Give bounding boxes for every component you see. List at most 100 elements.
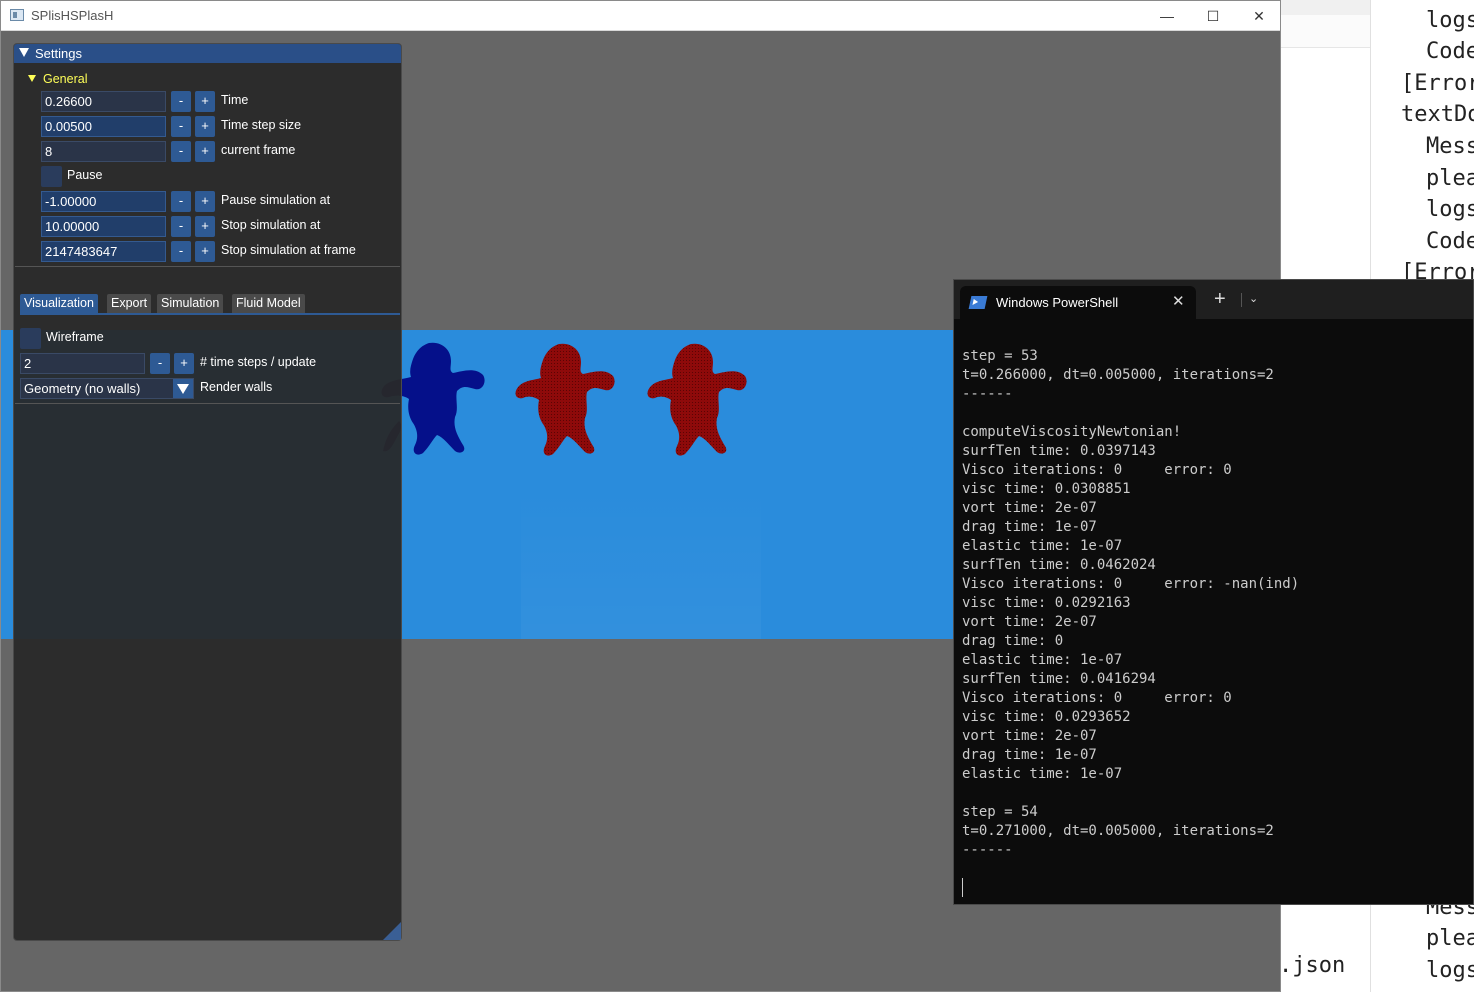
console-line: visc time: 0.0308851: [962, 481, 1131, 497]
steps-increment-button[interactable]: +: [174, 353, 194, 374]
terminal-tab-bar: Windows PowerShell ✕ + ⌄: [954, 280, 1473, 319]
render-walls-label: Render walls: [200, 380, 273, 394]
powershell-window: Windows PowerShell ✕ + ⌄ step = 53 t=0.26…: [953, 279, 1474, 905]
general-section-header[interactable]: General: [28, 72, 87, 86]
frame-decrement-button[interactable]: -: [171, 141, 191, 162]
resize-grip-icon[interactable]: [383, 922, 401, 940]
pause-at-decrement-button[interactable]: -: [171, 191, 191, 212]
text-cursor: [962, 878, 963, 897]
time-row: 0.26600 - + Time: [41, 91, 401, 112]
wireframe-row: Wireframe: [20, 328, 390, 349]
editor-line: logs: [1426, 958, 1474, 983]
editor-line: plea: [1426, 166, 1474, 191]
console-line: t=0.266000, dt=0.005000, iterations=2: [962, 367, 1274, 383]
new-tab-button[interactable]: +: [1214, 289, 1226, 309]
console-line: Visco iterations: 0 error: 0: [962, 690, 1232, 706]
frame-increment-button[interactable]: +: [195, 141, 215, 162]
render-walls-value: Geometry (no walls): [24, 381, 141, 396]
section-divider: [15, 266, 400, 267]
editor-line: Code: [1426, 229, 1474, 254]
monkey-model-red-1: [515, 343, 615, 456]
timestep-row: 0.00500 - + Time step size: [41, 116, 401, 137]
time-increment-button[interactable]: +: [195, 91, 215, 112]
console-line: Visco iterations: 0 error: 0: [962, 462, 1232, 478]
pause-label: Pause: [67, 168, 103, 182]
console-line: drag time: 1e-07: [962, 747, 1097, 763]
steps-label: # time steps / update: [200, 355, 317, 369]
frame-label: current frame: [221, 143, 296, 157]
pause-checkbox[interactable]: [41, 166, 62, 187]
editor-line: Code: [1426, 39, 1474, 64]
render-walls-select[interactable]: Geometry (no walls): [20, 378, 194, 399]
pause-at-increment-button[interactable]: +: [195, 191, 215, 212]
stop-at-label: Stop simulation at: [221, 218, 321, 232]
editor-top-bar: [1281, 0, 1370, 15]
timestep-input[interactable]: 0.00500: [41, 116, 166, 137]
console-line: computeViscosityNewtonian!: [962, 424, 1182, 440]
console-line: drag time: 1e-07: [962, 519, 1097, 535]
pause-row: Pause: [41, 166, 401, 187]
console-line: step = 53: [962, 348, 1038, 364]
timestep-label: Time step size: [221, 118, 302, 132]
steps-input[interactable]: 2: [20, 353, 145, 374]
timestep-increment-button[interactable]: +: [195, 116, 215, 137]
maximize-button[interactable]: ☐: [1193, 4, 1233, 28]
stop-frame-increment-button[interactable]: +: [195, 241, 215, 262]
timestep-decrement-button[interactable]: -: [171, 116, 191, 137]
console-line: ------: [962, 386, 1013, 402]
steps-decrement-button[interactable]: -: [150, 353, 170, 374]
console-line: elastic time: 1e-07: [962, 766, 1123, 782]
terminal-tab[interactable]: Windows PowerShell ✕: [960, 286, 1196, 319]
pause-at-input[interactable]: -1.00000: [41, 191, 166, 212]
console-line: vort time: 2e-07: [962, 614, 1097, 630]
wireframe-checkbox[interactable]: [20, 328, 41, 349]
chevron-down-icon[interactable]: [173, 379, 193, 398]
monkey-model-red-2: [647, 343, 747, 456]
terminal-tab-title: Windows PowerShell: [996, 295, 1119, 310]
section-divider: [15, 403, 400, 404]
console-line: surfTen time: 0.0397143: [962, 443, 1156, 459]
editor-line: [Error: [1401, 71, 1474, 96]
expand-triangle-icon: [28, 75, 36, 82]
render-walls-row: Geometry (no walls) Render walls: [20, 378, 390, 399]
editor-line: logs: [1426, 197, 1474, 222]
stop-frame-input[interactable]: 2147483647: [41, 241, 166, 262]
console-line: ------: [962, 842, 1013, 858]
collapse-triangle-icon[interactable]: [19, 48, 29, 57]
settings-title: Settings: [35, 46, 82, 61]
console-line: drag time: 0: [962, 633, 1064, 649]
stop-at-increment-button[interactable]: +: [195, 216, 215, 237]
tab-simulation[interactable]: Simulation: [157, 294, 224, 313]
stop-frame-label: Stop simulation at frame: [221, 243, 356, 257]
terminal-output[interactable]: step = 53 t=0.266000, dt=0.005000, iterat…: [962, 347, 1299, 860]
editor-line: logs: [1426, 8, 1474, 33]
console-line: vort time: 2e-07: [962, 728, 1097, 744]
minimize-button[interactable]: —: [1147, 4, 1187, 28]
editor-json-text: .json: [1279, 953, 1346, 978]
app-icon: [10, 9, 24, 21]
settings-header[interactable]: Settings: [14, 44, 401, 63]
tab-export[interactable]: Export: [107, 294, 152, 313]
console-line: vort time: 2e-07: [962, 500, 1097, 516]
stop-at-row: 10.00000 - + Stop simulation at: [41, 216, 401, 237]
tab-visualization[interactable]: Visualization: [20, 294, 98, 313]
close-button[interactable]: ✕: [1239, 4, 1279, 28]
console-line: elastic time: 1e-07: [962, 652, 1123, 668]
stop-frame-decrement-button[interactable]: -: [171, 241, 191, 262]
stop-at-decrement-button[interactable]: -: [171, 216, 191, 237]
console-line: t=0.271000, dt=0.005000, iterations=2: [962, 823, 1274, 839]
stop-at-input[interactable]: 10.00000: [41, 216, 166, 237]
time-decrement-button[interactable]: -: [171, 91, 191, 112]
time-input[interactable]: 0.26600: [41, 91, 166, 112]
tab-underline: [20, 313, 400, 315]
console-line: elastic time: 1e-07: [962, 538, 1123, 554]
wireframe-label: Wireframe: [46, 330, 104, 344]
tab-fluid-model[interactable]: Fluid Model: [232, 294, 305, 313]
dropdown-chevron-icon[interactable]: ⌄: [1249, 292, 1258, 305]
frame-input[interactable]: 8: [41, 141, 166, 162]
pause-at-row: -1.00000 - + Pause simulation at: [41, 191, 401, 212]
console-line: step = 54: [962, 804, 1038, 820]
close-tab-icon[interactable]: ✕: [1172, 292, 1185, 310]
